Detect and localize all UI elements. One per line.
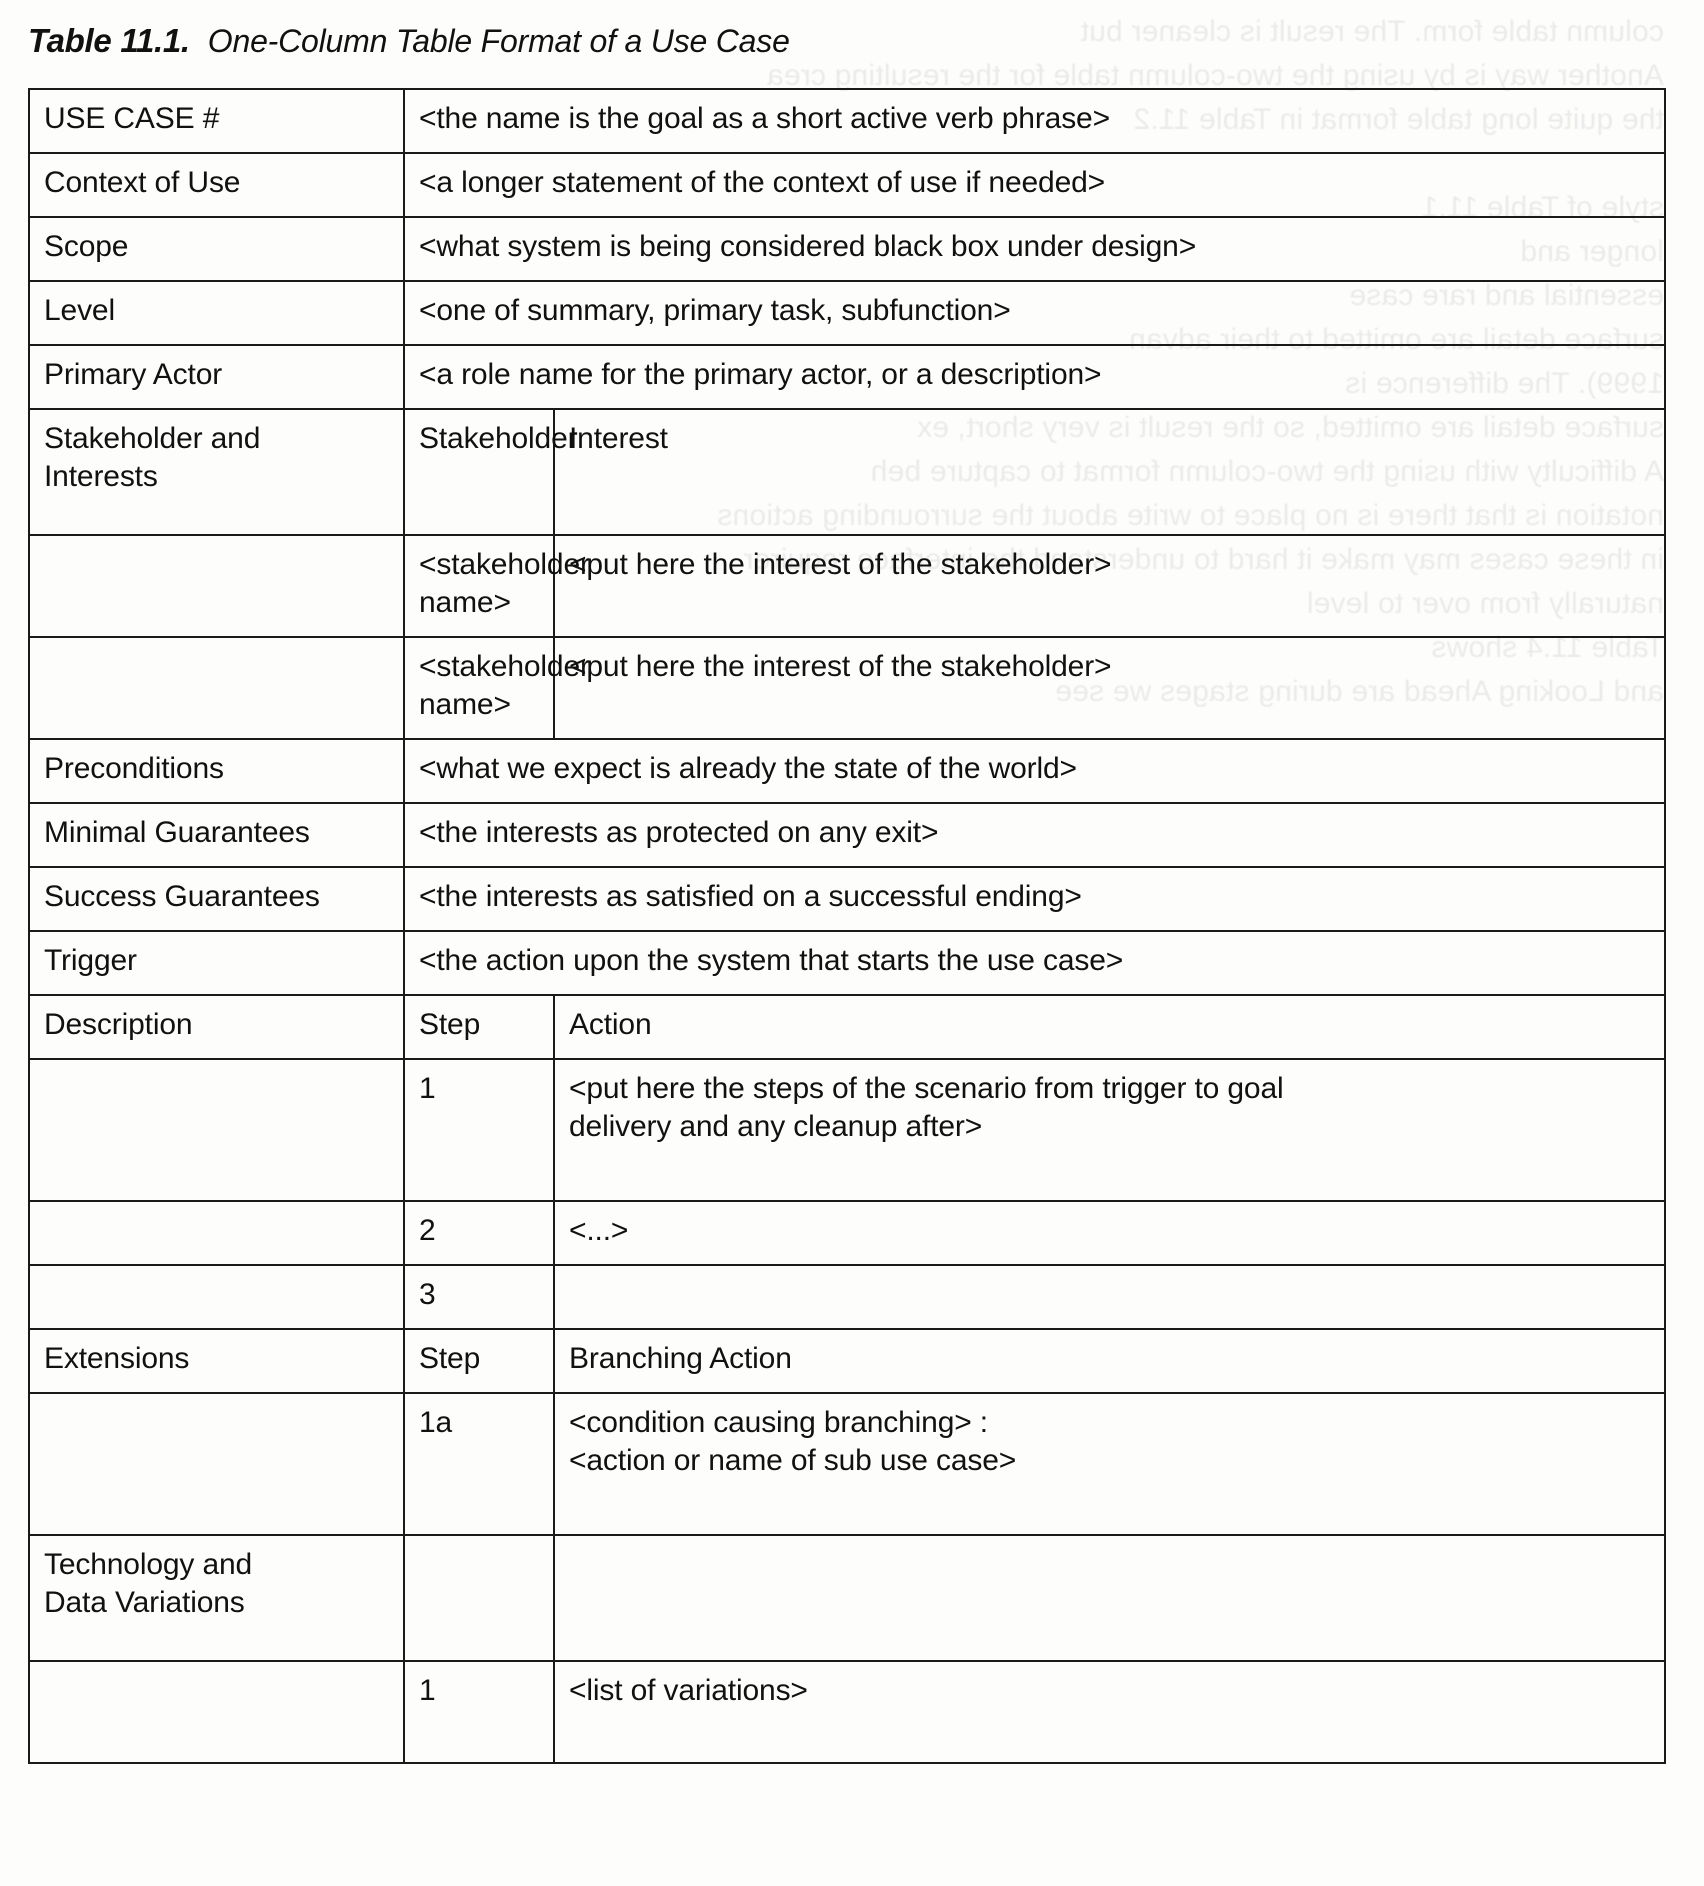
row-label: Preconditions [28,738,405,804]
table-row-description-step: 1 <put here the steps of the scenario fr… [28,1058,1666,1202]
subheader-interest: Interest [553,408,1666,536]
branching-action-line1: <condition causing branching> : [569,1406,988,1439]
table-row-stakeholder-header: Stakeholder and Interests Stakeholder In… [28,408,1666,536]
step-action [553,1264,1666,1330]
row-label-empty [28,1660,405,1764]
table-row-extension-step: 1a <condition causing branching> : <acti… [28,1392,1666,1536]
table-row-stakeholder-entry: <stakeholder name> <put here the interes… [28,534,1666,638]
table-caption-label: Table 11.1. [28,22,190,59]
row-value: <the action upon the system that starts … [403,930,1666,996]
row-label-stakeholder-and-interests: Stakeholder and Interests [28,408,405,536]
step-action-line1: <put here the steps of the scenario from… [569,1072,1284,1105]
step-action: <list of variations> [553,1660,1666,1764]
row-label-line2: Interests [44,460,158,493]
step-number: 1a [403,1392,555,1536]
table-row-use-case-number: USE CASE # <the name is the goal as a sh… [28,88,1666,154]
table-row-context-of-use: Context of Use <a longer statement of th… [28,152,1666,218]
table-row-minimal-guarantees: Minimal Guarantees <the interests as pro… [28,802,1666,868]
table-caption: Table 11.1. One-Column Table Format of a… [28,12,1668,70]
table-row-level: Level <one of summary, primary task, sub… [28,280,1666,346]
step-number: 2 [403,1200,555,1266]
row-value: <a role name for the primary actor, or a… [403,344,1666,410]
use-case-template-table: USE CASE # <the name is the goal as a sh… [28,88,1666,1764]
stakeholder-interest: <put here the interest of the stakeholde… [553,534,1666,638]
step-number: 3 [403,1264,555,1330]
table-row-stakeholder-entry: <stakeholder name> <put here the interes… [28,636,1666,740]
step-action: <...> [553,1200,1666,1266]
table-row-description-header: Description Step Action [28,994,1666,1060]
table-caption-title: One-Column Table Format of a Use Case [207,22,790,59]
table-row-extensions-header: Extensions Step Branching Action [28,1328,1666,1394]
row-value: <one of summary, primary task, subfuncti… [403,280,1666,346]
step-number: 1 [403,1058,555,1202]
branching-action-line2: <action or name of sub use case> [569,1444,1017,1477]
row-label: Level [28,280,405,346]
action-empty [553,1534,1666,1662]
subheader-step: Step [403,1328,555,1394]
row-label-empty [28,636,405,740]
row-label-line2: Data Variations [44,1586,245,1619]
row-label-empty [28,1200,405,1266]
step-branching-action: <condition causing branching> : <action … [553,1392,1666,1536]
stakeholder-interest: <put here the interest of the stakeholde… [553,636,1666,740]
row-value: <the name is the goal as a short active … [403,88,1666,154]
scanned-page: column table form. The result is cleaner… [0,0,1704,1886]
table-row-variation-step: 1 <list of variations> [28,1660,1666,1764]
table-row-description-step: 2 <...> [28,1200,1666,1266]
table-row-description-step: 3 [28,1264,1666,1330]
table-row-scope: Scope <what system is being considered b… [28,216,1666,282]
row-label-line1: Technology and [44,1548,253,1581]
row-value: <a longer statement of the context of us… [403,152,1666,218]
row-label: Scope [28,216,405,282]
row-label-technology-and-data-variations: Technology and Data Variations [28,1534,405,1662]
stakeholder-name: <stakeholder name> [403,534,590,638]
row-label: Minimal Guarantees [28,802,405,868]
row-label-empty [28,1392,405,1536]
row-label: Context of Use [28,152,405,218]
step-action-line2: delivery and any cleanup after> [569,1110,983,1143]
row-label: Primary Actor [28,344,405,410]
step-number: 1 [403,1660,555,1764]
step-empty [403,1534,555,1662]
subheader-stakeholder: Stakeholder [403,408,578,536]
row-value: <the interests as protected on any exit> [403,802,1666,868]
row-label: Success Guarantees [28,866,405,932]
step-action: <put here the steps of the scenario from… [553,1058,1666,1202]
row-label-extensions: Extensions [28,1328,405,1394]
row-label: USE CASE # [28,88,405,154]
row-label-empty [28,1264,405,1330]
row-label-empty [28,534,405,638]
table-row-preconditions: Preconditions <what we expect is already… [28,738,1666,804]
subheader-step: Step [403,994,555,1060]
table-row-technology-data-variations: Technology and Data Variations [28,1534,1666,1662]
subheader-action: Action [553,994,1666,1060]
row-value: <the interests as satisfied on a success… [403,866,1666,932]
row-label-line1: Stakeholder and [44,422,261,455]
row-value: <what we expect is already the state of … [403,738,1666,804]
subheader-branching-action: Branching Action [553,1328,1666,1394]
row-label: Trigger [28,930,405,996]
table-row-success-guarantees: Success Guarantees <the interests as sat… [28,866,1666,932]
table-row-trigger: Trigger <the action upon the system that… [28,930,1666,996]
row-label-description: Description [28,994,405,1060]
stakeholder-name: <stakeholder name> [403,636,590,740]
row-label-empty [28,1058,405,1202]
row-value: <what system is being considered black b… [403,216,1666,282]
table-row-primary-actor: Primary Actor <a role name for the prima… [28,344,1666,410]
